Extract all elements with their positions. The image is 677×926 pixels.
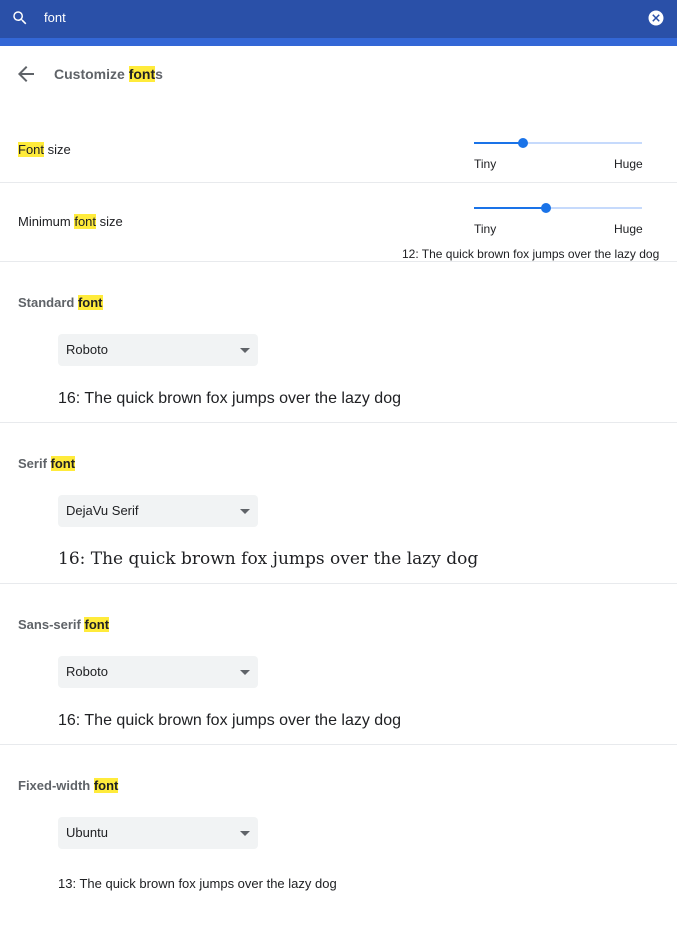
search-highlight: font (74, 214, 97, 229)
toolbar-accent-stripe (0, 38, 677, 46)
arrow-back-icon (18, 66, 34, 82)
divider (0, 583, 677, 584)
arrow-drop-down-icon (240, 670, 250, 675)
font-size-row: Font size Tiny Huge (0, 118, 677, 182)
search-toolbar (0, 0, 677, 46)
serif-font-select[interactable]: DejaVu Serif (58, 495, 258, 527)
arrow-drop-down-icon (240, 348, 250, 353)
fixed-width-font-title: Fixed-width font (18, 778, 119, 793)
back-button[interactable] (14, 62, 38, 86)
slider-max-label: Huge (614, 157, 643, 171)
slider-knob[interactable] (541, 203, 551, 213)
search-highlight: Font (18, 142, 45, 157)
search-highlight: font (93, 778, 119, 793)
slider-max-label: Huge (614, 222, 643, 236)
search-icon (11, 9, 29, 27)
selected-value: DejaVu Serif (66, 503, 139, 518)
search-highlight: font (77, 295, 103, 310)
slider-fill (474, 207, 546, 209)
standard-font-select[interactable]: Roboto (58, 334, 258, 366)
sans-serif-font-select[interactable]: Roboto (58, 656, 258, 688)
slider-knob[interactable] (518, 138, 528, 148)
arrow-drop-down-icon (240, 509, 250, 514)
divider (0, 261, 677, 262)
font-size-label: Font size (18, 142, 71, 157)
standard-font-title: Standard font (18, 295, 103, 310)
page-title: Customize fonts (54, 66, 163, 82)
fixed-width-font-select[interactable]: Ubuntu (58, 817, 258, 849)
serif-font-sample: 16: The quick brown fox jumps over the l… (58, 549, 479, 569)
standard-font-sample: 16: The quick brown fox jumps over the l… (58, 390, 401, 407)
serif-font-title: Serif font (18, 456, 76, 471)
close-circle-icon (648, 10, 664, 26)
font-size-slider[interactable] (474, 135, 642, 151)
sans-serif-font-title: Sans-serif font (18, 617, 110, 632)
clear-search-button[interactable] (647, 9, 665, 27)
search-highlight: font (84, 617, 110, 632)
fixed-width-font-sample: 13: The quick brown fox jumps over the l… (58, 876, 337, 891)
divider (0, 744, 677, 745)
divider (0, 422, 677, 423)
arrow-drop-down-icon (240, 831, 250, 836)
subpage-header: Customize fonts (0, 46, 677, 102)
minimum-font-size-sample: 12: The quick brown fox jumps over the l… (402, 247, 660, 261)
slider-fill (474, 142, 523, 144)
search-highlight: font (128, 66, 156, 82)
slider-min-label: Tiny (474, 157, 497, 171)
selected-value: Roboto (66, 664, 108, 679)
minimum-font-size-label: Minimum font size (18, 214, 123, 229)
selected-value: Ubuntu (66, 825, 108, 840)
minimum-font-size-slider[interactable] (474, 200, 642, 216)
slider-min-label: Tiny (474, 222, 497, 236)
selected-value: Roboto (66, 342, 108, 357)
sans-serif-font-sample: 16: The quick brown fox jumps over the l… (58, 712, 401, 729)
search-highlight: font (50, 456, 76, 471)
search-input[interactable] (44, 8, 604, 28)
minimum-font-size-row: Minimum font size Tiny Huge 12: The quic… (0, 183, 677, 261)
